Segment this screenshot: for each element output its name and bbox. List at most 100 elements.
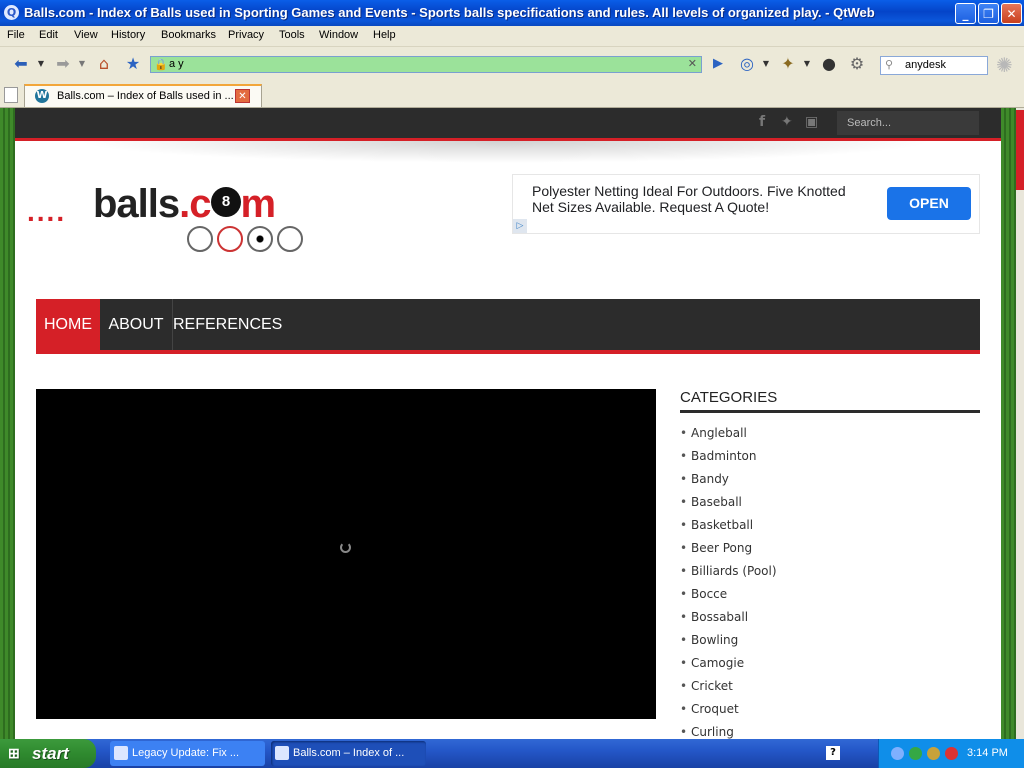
tray-update-icon[interactable] bbox=[909, 747, 922, 760]
tray-security-icon[interactable] bbox=[945, 747, 958, 760]
home-icon[interactable]: ⌂ bbox=[95, 55, 113, 73]
category-item[interactable]: • Bandy bbox=[680, 472, 980, 492]
instagram-icon[interactable]: ▣ bbox=[805, 114, 818, 130]
wand-dropdown-icon[interactable]: ▼ bbox=[798, 55, 816, 73]
qtweb-app-icon[interactable]: Q bbox=[4, 5, 19, 20]
tab-label: Balls.com – Index of Balls used in ... bbox=[57, 90, 234, 102]
minimize-button[interactable]: _ bbox=[955, 3, 976, 24]
clear-url-icon[interactable]: ✕ bbox=[688, 57, 697, 70]
category-item[interactable]: • Baseball bbox=[680, 495, 980, 515]
video-player[interactable] bbox=[36, 389, 656, 719]
category-item[interactable]: • Beer Pong bbox=[680, 541, 980, 561]
wordpress-icon: W bbox=[35, 89, 49, 103]
address-bar[interactable]: 🔒 a y ✕ bbox=[150, 56, 702, 73]
ad-text: Polyester Netting Ideal For Outdoors. Fi… bbox=[532, 183, 846, 215]
twitter-icon[interactable]: ✦ bbox=[781, 114, 793, 130]
taskbar: ⊞ start Legacy Update: Fix ... Balls.com … bbox=[0, 739, 1024, 768]
system-tray: 3:14 PM bbox=[878, 739, 1024, 768]
category-item[interactable]: • Angleball bbox=[680, 426, 980, 446]
grass-background-right bbox=[1001, 108, 1016, 739]
menu-history[interactable]: History bbox=[111, 29, 145, 41]
page-scrollbar[interactable] bbox=[1016, 108, 1024, 739]
grass-background-left bbox=[0, 108, 15, 739]
category-item[interactable]: • Bowling bbox=[680, 633, 980, 653]
settings-icon[interactable]: ⚙ bbox=[848, 55, 866, 73]
maximize-button[interactable]: ❐ bbox=[978, 3, 999, 24]
facebook-icon[interactable]: f bbox=[759, 114, 765, 130]
category-item[interactable]: • Camogie bbox=[680, 656, 980, 676]
category-item[interactable]: • Bocce bbox=[680, 587, 980, 607]
menu-file[interactable]: File bbox=[7, 29, 25, 41]
tab-balls-com[interactable]: W Balls.com – Index of Balls used in ...… bbox=[24, 84, 262, 107]
nav-home[interactable]: HOME bbox=[36, 299, 100, 350]
menu-bookmarks[interactable]: Bookmarks bbox=[161, 29, 216, 41]
tab-close-icon[interactable]: ✕ bbox=[235, 89, 250, 103]
eight-ball-icon: 8 bbox=[210, 187, 241, 218]
ad-open-button[interactable]: OPEN bbox=[887, 187, 971, 220]
lock-icon: 🔒 bbox=[154, 58, 168, 71]
taskbar-clock: 3:14 PM bbox=[967, 747, 1008, 759]
menu-edit[interactable]: Edit bbox=[39, 29, 58, 41]
menu-view[interactable]: View bbox=[74, 29, 98, 41]
qtweb-icon bbox=[275, 746, 289, 760]
nav-references[interactable]: REFERENCES bbox=[173, 299, 282, 350]
header-shadow bbox=[75, 141, 935, 163]
user-icon[interactable]: ● bbox=[820, 55, 838, 73]
logo-dots: .... bbox=[27, 196, 67, 227]
window-title: Balls.com - Index of Balls used in Sport… bbox=[24, 5, 875, 20]
taskbar-item-legacy-update[interactable]: Legacy Update: Fix ... bbox=[110, 741, 265, 766]
back-icon[interactable]: ⬅ bbox=[12, 55, 30, 73]
help-icon[interactable]: ? bbox=[826, 746, 840, 760]
basketball-icon bbox=[187, 226, 213, 252]
web-icon[interactable]: ◎ bbox=[738, 55, 756, 73]
menu-help[interactable]: Help bbox=[373, 29, 396, 41]
menu-window[interactable]: Window bbox=[319, 29, 358, 41]
start-button[interactable]: ⊞ start bbox=[0, 739, 96, 768]
address-input[interactable]: a y bbox=[169, 58, 184, 70]
categories-divider bbox=[680, 410, 980, 413]
loading-spinner-icon: ✺ bbox=[996, 53, 1013, 77]
ad-banner[interactable]: Polyester Netting Ideal For Outdoors. Fi… bbox=[512, 174, 980, 234]
taskbar-item-qtweb[interactable]: Balls.com – Index of ... bbox=[271, 741, 426, 766]
site-page: f ✦ ▣ Search... .... balls.c 8 m Polyester… bbox=[15, 108, 1001, 739]
navigation-toolbar: ⬅ ▼ ➡ ▼ ⌂ ★ 🔒 a y ✕ ▶ ◎ ▼ ✦ ▼ ● ⚙ ⚲ anyd… bbox=[0, 47, 1024, 83]
category-item[interactable]: • Cricket bbox=[680, 679, 980, 699]
tab-bar: W Balls.com – Index of Balls used in ...… bbox=[0, 83, 1024, 108]
back-dropdown-icon[interactable]: ▼ bbox=[32, 55, 50, 73]
web-dropdown-icon[interactable]: ▼ bbox=[757, 55, 775, 73]
category-item[interactable]: • Basketball bbox=[680, 518, 980, 538]
category-item[interactable]: • Badminton bbox=[680, 449, 980, 469]
baseball-icon bbox=[217, 226, 243, 252]
category-item[interactable]: • Bossaball bbox=[680, 610, 980, 630]
site-search-input[interactable]: Search... bbox=[837, 111, 979, 135]
category-item[interactable]: • Billiards (Pool) bbox=[680, 564, 980, 584]
menu-tools[interactable]: Tools bbox=[279, 29, 305, 41]
windows-flag-icon: ⊞ bbox=[8, 745, 20, 761]
bookmark-star-icon[interactable]: ★ bbox=[124, 55, 142, 73]
window-titlebar: Q Balls.com - Index of Balls used in Spo… bbox=[0, 0, 1024, 26]
site-top-bar: f ✦ ▣ Search... bbox=[15, 108, 1001, 141]
site-nav: HOME ABOUT REFERENCES bbox=[36, 299, 980, 354]
volleyball-icon bbox=[277, 226, 303, 252]
tray-network-icon[interactable] bbox=[891, 747, 904, 760]
category-item[interactable]: • Curling bbox=[680, 725, 980, 739]
magic-wand-icon[interactable]: ✦ bbox=[779, 55, 797, 73]
forward-dropdown-icon[interactable]: ▼ bbox=[73, 55, 91, 73]
loading-spinner-icon bbox=[340, 542, 351, 553]
category-item[interactable]: • Croquet bbox=[680, 702, 980, 722]
forward-icon[interactable]: ➡ bbox=[54, 55, 72, 73]
categories-heading: CATEGORIES bbox=[680, 389, 778, 406]
adchoices-icon[interactable]: ▷ bbox=[513, 219, 527, 233]
logo-text: balls.c 8 m bbox=[93, 182, 276, 226]
new-tab-button[interactable] bbox=[4, 87, 18, 103]
go-icon[interactable]: ▶ bbox=[709, 55, 727, 73]
tray-app-icon[interactable] bbox=[927, 747, 940, 760]
browser-search-box[interactable]: ⚲ anydesk bbox=[880, 56, 988, 75]
menu-bar: File Edit View History Bookmarks Privacy… bbox=[0, 26, 1024, 47]
nav-about[interactable]: ABOUT bbox=[100, 299, 173, 350]
browser-search-input[interactable]: anydesk bbox=[905, 59, 946, 71]
close-button[interactable]: ✕ bbox=[1001, 3, 1022, 24]
scrollbar-thumb[interactable] bbox=[1016, 110, 1024, 190]
search-icon: ⚲ bbox=[885, 58, 894, 71]
menu-privacy[interactable]: Privacy bbox=[228, 29, 264, 41]
